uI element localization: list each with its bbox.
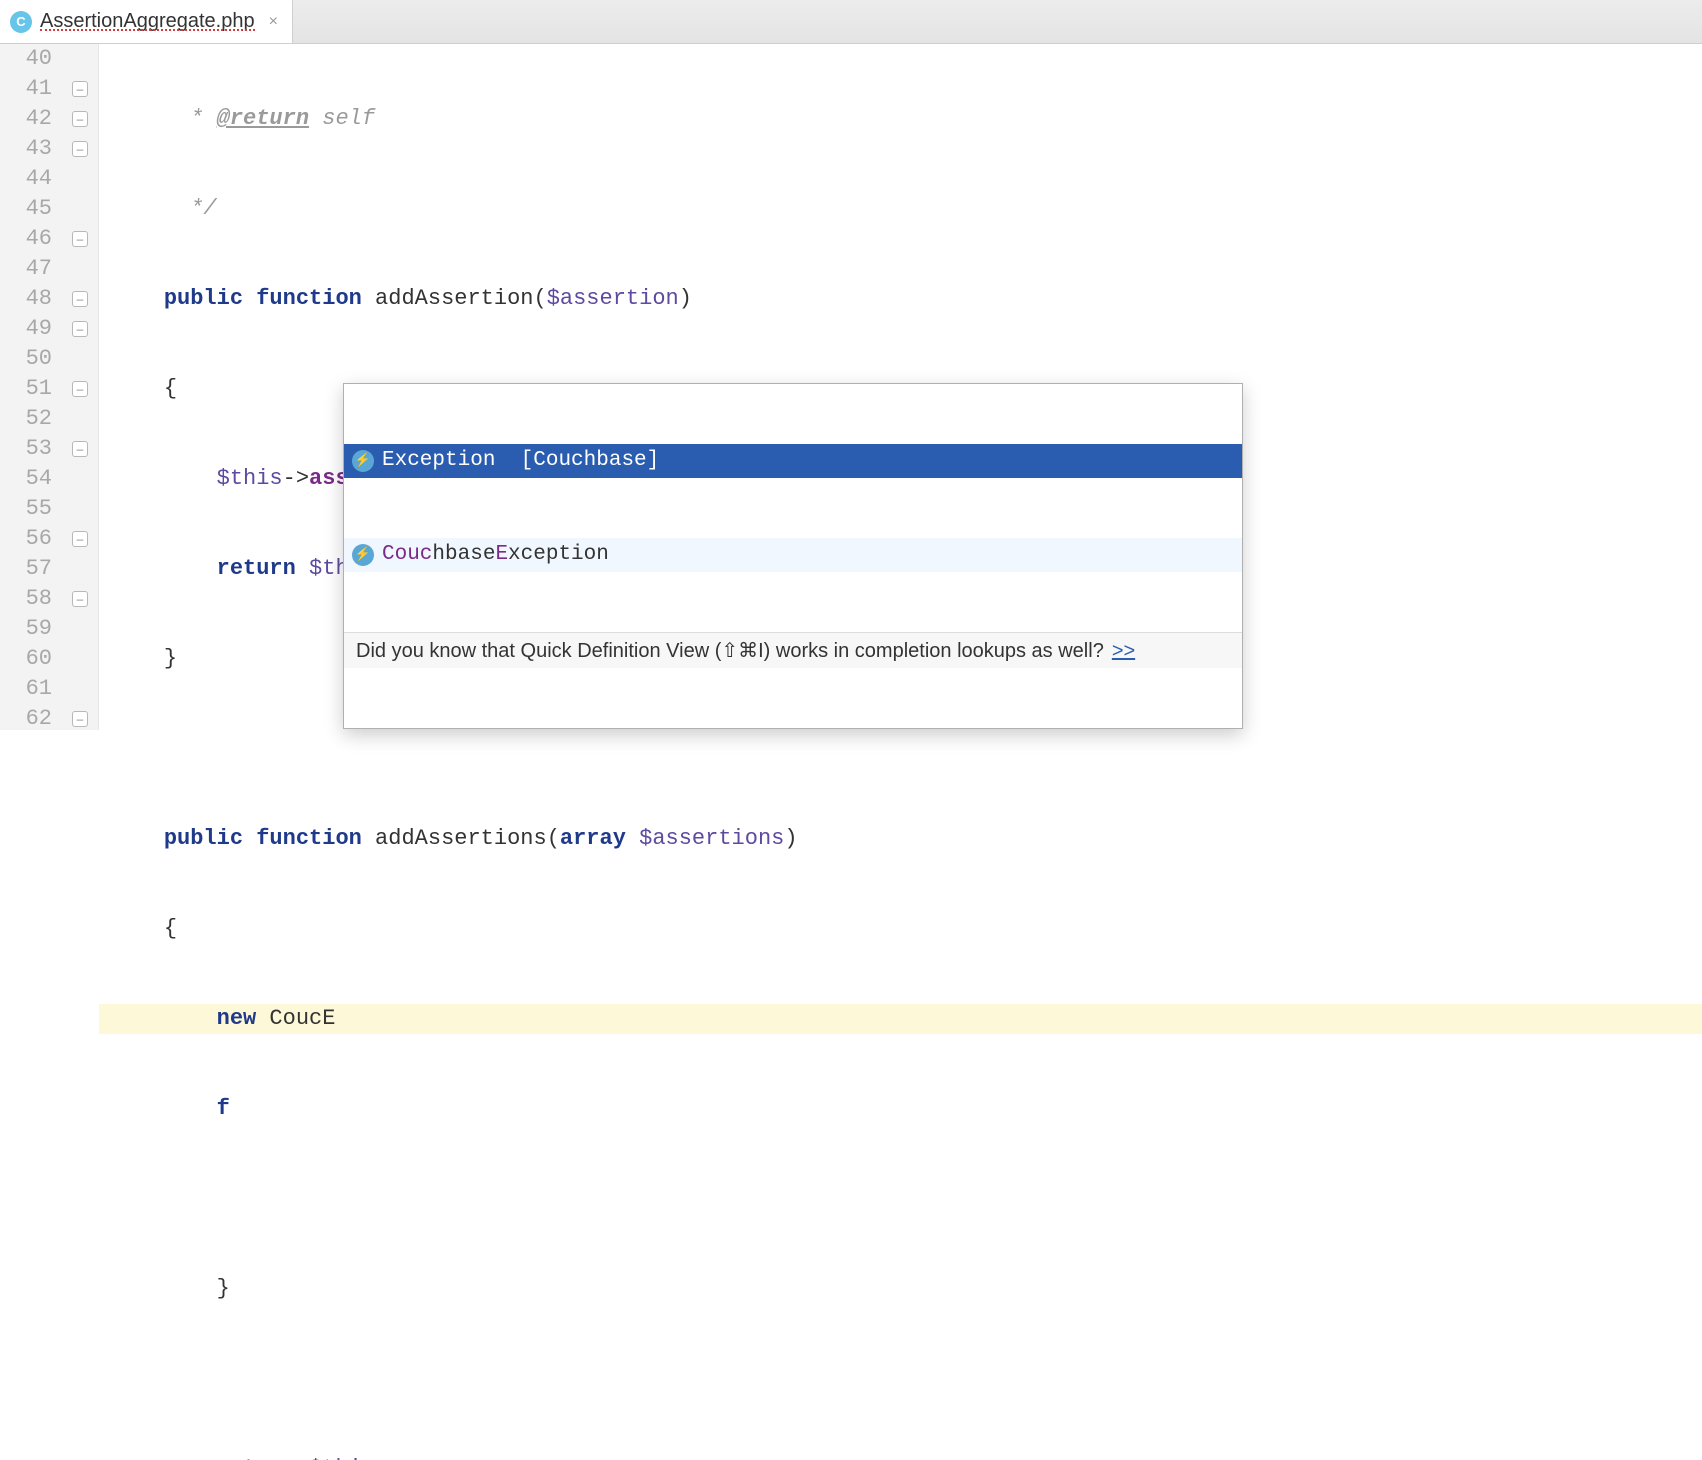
fold-marker[interactable]: – bbox=[72, 111, 88, 127]
line-number: 40 bbox=[0, 44, 52, 74]
line-number: 60 bbox=[0, 644, 52, 674]
line-number: 58 bbox=[0, 584, 52, 614]
fold-marker[interactable]: – bbox=[72, 531, 88, 547]
code-editor[interactable]: 4041424344454647484950515253545556575859… bbox=[0, 44, 1702, 730]
completion-hint: Did you know that Quick Definition View … bbox=[344, 632, 1242, 668]
bolt-icon: ⚡ bbox=[352, 450, 374, 472]
fold-column: – – – – – – – – – – – bbox=[62, 44, 98, 730]
fold-marker[interactable]: – bbox=[72, 141, 88, 157]
line-number: 59 bbox=[0, 614, 52, 644]
fold-marker[interactable]: – bbox=[72, 291, 88, 307]
line-number: 51 bbox=[0, 374, 52, 404]
line-number: 57 bbox=[0, 554, 52, 584]
line-number: 52 bbox=[0, 404, 52, 434]
line-number: 42 bbox=[0, 104, 52, 134]
line-number: 50 bbox=[0, 344, 52, 374]
line-number: 45 bbox=[0, 194, 52, 224]
gutter: 4041424344454647484950515253545556575859… bbox=[0, 44, 99, 730]
line-number: 56 bbox=[0, 524, 52, 554]
tab-bar: C AssertionAggregate.php × bbox=[0, 0, 1702, 44]
fold-marker[interactable]: – bbox=[72, 231, 88, 247]
completion-text: Exception [Couchbase] bbox=[382, 446, 659, 476]
completion-text: CouchbaseException bbox=[382, 540, 609, 570]
fold-marker[interactable]: – bbox=[72, 591, 88, 607]
fold-marker[interactable]: – bbox=[72, 81, 88, 97]
file-tab[interactable]: C AssertionAggregate.php × bbox=[0, 0, 293, 43]
fold-marker[interactable]: – bbox=[72, 381, 88, 397]
fold-marker[interactable]: – bbox=[72, 321, 88, 337]
line-number: 61 bbox=[0, 674, 52, 704]
completion-item[interactable]: ⚡ CouchbaseException bbox=[344, 538, 1242, 572]
line-number: 55 bbox=[0, 494, 52, 524]
completion-popup[interactable]: ⚡ Exception [Couchbase] ⚡ CouchbaseExcep… bbox=[343, 383, 1243, 729]
line-number: 54 bbox=[0, 464, 52, 494]
line-number: 41 bbox=[0, 74, 52, 104]
fold-marker[interactable]: – bbox=[72, 441, 88, 457]
completion-item[interactable]: ⚡ Exception [Couchbase] bbox=[344, 444, 1242, 478]
line-number: 49 bbox=[0, 314, 52, 344]
line-number: 53 bbox=[0, 434, 52, 464]
bolt-icon: ⚡ bbox=[352, 544, 374, 566]
tab-title: AssertionAggregate.php bbox=[40, 10, 255, 33]
php-class-icon: C bbox=[10, 11, 32, 33]
hint-link[interactable]: >> bbox=[1112, 636, 1135, 666]
code-area[interactable]: * @return self */ public function addAss… bbox=[99, 44, 1702, 730]
line-numbers: 4041424344454647484950515253545556575859… bbox=[0, 44, 62, 730]
line-number: 48 bbox=[0, 284, 52, 314]
fold-marker[interactable]: – bbox=[72, 711, 88, 727]
line-number: 47 bbox=[0, 254, 52, 284]
line-number: 46 bbox=[0, 224, 52, 254]
line-number: 43 bbox=[0, 134, 52, 164]
line-number: 44 bbox=[0, 164, 52, 194]
close-icon[interactable]: × bbox=[269, 13, 278, 31]
